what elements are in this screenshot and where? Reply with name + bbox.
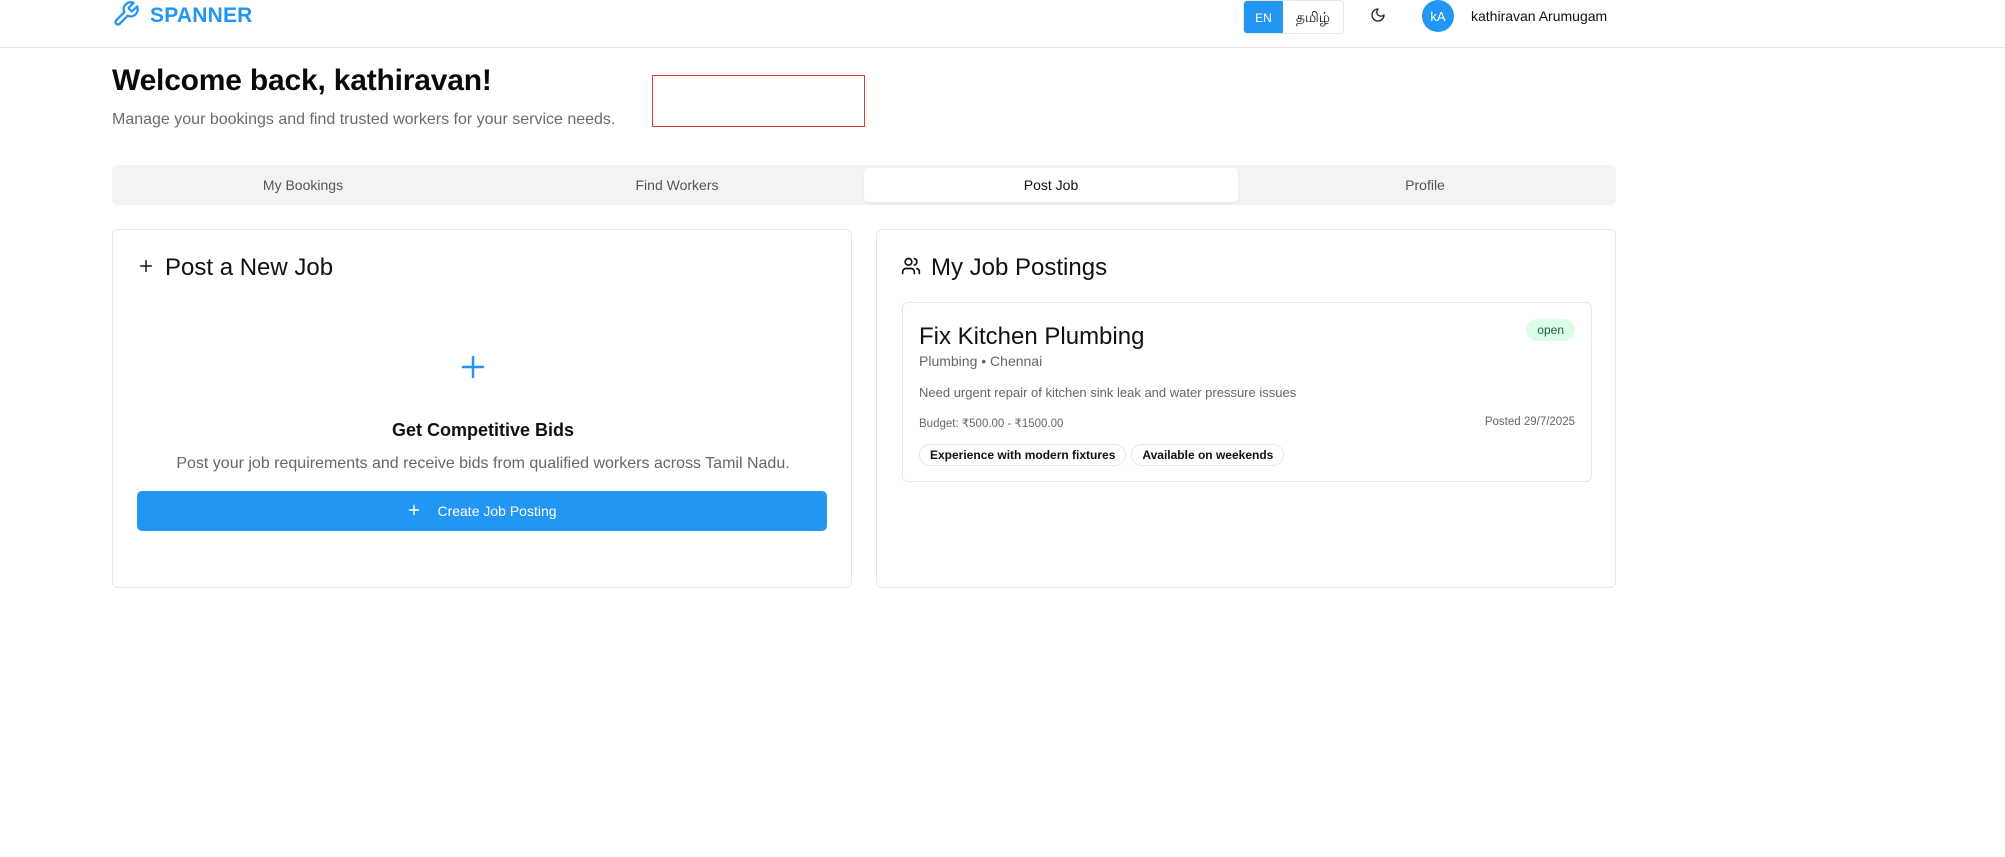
job-budget: Budget: ₹500.00 - ₹1500.00	[919, 418, 1064, 430]
user-name[interactable]: kathiravan Arumugam	[1471, 8, 1607, 24]
job-title: Fix Kitchen Plumbing	[919, 323, 1145, 350]
job-posting-item[interactable]: Fix Kitchen Plumbing Plumbing • Chennai …	[902, 302, 1592, 482]
my-job-postings-card: My Job Postings Fix Kitchen Plumbing Plu…	[876, 229, 1616, 588]
my-job-postings-header: My Job Postings	[901, 254, 1107, 282]
tab-profile[interactable]: Profile	[1238, 168, 1612, 202]
wrench-icon	[112, 0, 140, 33]
job-category-location: Plumbing • Chennai	[919, 353, 1043, 369]
user-avatar[interactable]: kA	[1422, 0, 1454, 32]
bids-heading: Get Competitive Bids	[391, 420, 575, 440]
plus-icon	[407, 503, 421, 520]
tab-my-bookings[interactable]: My Bookings	[116, 168, 490, 202]
post-job-title: Post a New Job	[165, 254, 334, 281]
highlight-box	[652, 75, 865, 127]
create-job-posting-label: Create Job Posting	[437, 503, 557, 519]
post-job-card: Post a New Job Get Competitive Bids Post…	[112, 229, 852, 588]
users-icon	[901, 256, 921, 281]
tab-find-workers[interactable]: Find Workers	[490, 168, 864, 202]
job-requirement-tags: Experience with modern fixtures Availabl…	[919, 444, 1285, 466]
brand-name: SPANNER	[150, 4, 253, 27]
language-toggle: EN தமிழ்	[1243, 0, 1344, 34]
lang-tamil-button[interactable]: தமிழ்	[1283, 1, 1343, 33]
brand-logo[interactable]: SPANNER	[112, 0, 253, 32]
job-description: Need urgent repair of kitchen sink leak …	[919, 385, 1297, 400]
lang-en-button[interactable]: EN	[1244, 1, 1283, 33]
plus-icon	[137, 257, 155, 280]
moon-icon	[1370, 7, 1386, 28]
top-navbar: SPANNER EN தமிழ் kA kathiravan Arumugam	[0, 0, 2005, 48]
create-job-posting-button[interactable]: Create Job Posting	[137, 491, 827, 531]
post-job-header: Post a New Job	[137, 254, 333, 282]
dashboard-tabs: My Bookings Find Workers Post Job Profil…	[112, 165, 1616, 205]
bids-description: Post your job requirements and receive b…	[176, 455, 790, 472]
my-job-postings-title: My Job Postings	[931, 254, 1108, 281]
job-posted-date: Posted 29/7/2025	[1484, 416, 1575, 428]
welcome-title: Welcome back, kathiravan!	[112, 64, 492, 97]
theme-toggle-button[interactable]	[1365, 4, 1391, 30]
welcome-subtitle: Manage your bookings and find trusted wo…	[112, 111, 616, 128]
requirement-tag: Available on weekends	[1131, 444, 1285, 466]
tab-post-job[interactable]: Post Job	[864, 168, 1238, 202]
status-badge: open	[1526, 319, 1575, 341]
plus-icon	[458, 352, 488, 382]
requirement-tag: Experience with modern fixtures	[919, 444, 1127, 466]
